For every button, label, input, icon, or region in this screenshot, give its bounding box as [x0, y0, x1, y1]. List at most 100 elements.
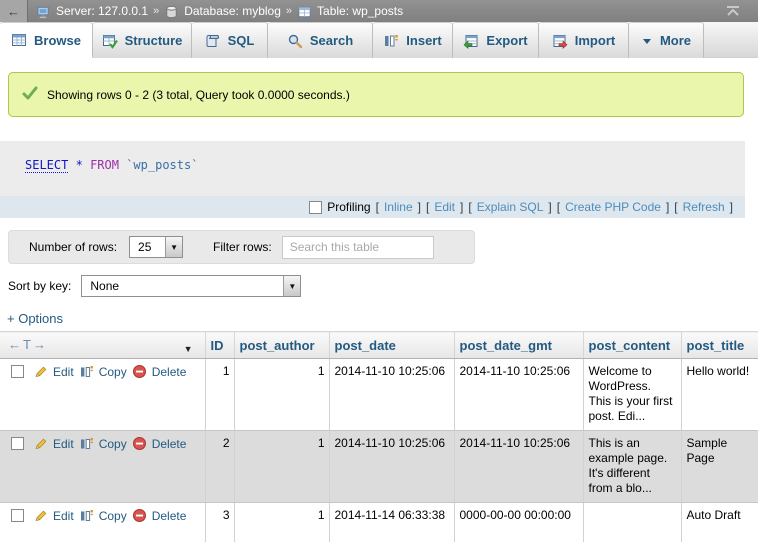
chevron-down-icon: ▼	[165, 237, 182, 257]
bracket: [	[557, 200, 560, 214]
column-header-id[interactable]: ID	[205, 332, 234, 359]
copy-row-link[interactable]: Copy	[99, 509, 127, 523]
tab-label: More	[660, 33, 691, 48]
tab-sql[interactable]: SQL	[192, 22, 268, 58]
collapse-top-icon[interactable]	[724, 3, 742, 19]
tab-import[interactable]: Import	[539, 22, 629, 58]
sql-query-text: SELECT * FROM `wp_posts`	[25, 158, 198, 172]
copy-icon	[79, 364, 94, 379]
structure-icon	[102, 33, 118, 49]
cell-post-content: Welcome to WordPress. This is your first…	[583, 359, 681, 431]
cell-post-date: 2014-11-14 06:33:38	[329, 503, 454, 542]
number-of-rows-value: 25	[130, 237, 165, 257]
cell-post-title: Sample Page	[681, 431, 758, 503]
profiling-checkbox[interactable]	[309, 201, 322, 214]
tab-label: Browse	[34, 33, 81, 48]
cell-post-author: 1	[234, 431, 329, 503]
delete-row-link[interactable]: Delete	[152, 509, 187, 523]
inline-link[interactable]: Inline	[384, 200, 413, 214]
phpmyadmin-window: ← Server: 127.0.0.1 » Database: myblog »…	[0, 0, 758, 542]
cell-post-title: Hello world!	[681, 359, 758, 431]
delete-icon	[132, 364, 147, 379]
column-header-post-title[interactable]: post_title	[681, 332, 758, 359]
row-select-checkbox[interactable]	[11, 365, 24, 378]
refresh-link[interactable]: Refresh	[683, 200, 725, 214]
breadcrumb-database-link[interactable]: Database: myblog	[184, 4, 281, 18]
table-row: Edit Copy Delete 2 1 2014-11-10 10:25:06…	[0, 431, 758, 503]
actions-menu-arrow-icon[interactable]: ▼	[184, 344, 193, 354]
rows-control-bar: Number of rows: 25 ▼ Filter rows:	[8, 230, 475, 264]
breadcrumb-bar: ← Server: 127.0.0.1 » Database: myblog »…	[0, 0, 758, 22]
tab-export[interactable]: Export	[453, 22, 539, 58]
nav-left-arrow-icon[interactable]: ←	[8, 337, 21, 352]
pencil-icon	[33, 364, 48, 379]
column-header-post-author[interactable]: post_author	[234, 332, 329, 359]
search-icon	[287, 33, 303, 49]
bracket: ]	[666, 200, 669, 214]
column-header-post-date[interactable]: post_date	[329, 332, 454, 359]
bracket: ]	[460, 200, 463, 214]
breadcrumb-server-link[interactable]: Server: 127.0.0.1	[56, 4, 148, 18]
sql-table-identifier: `wp_posts`	[126, 158, 198, 172]
column-header-post-content[interactable]: post_content	[583, 332, 681, 359]
copy-row-link[interactable]: Copy	[99, 437, 127, 451]
sql-star: *	[76, 158, 83, 172]
edit-row-link[interactable]: Edit	[53, 437, 74, 451]
tab-browse[interactable]: Browse	[0, 22, 93, 58]
tab-structure[interactable]: Structure	[93, 22, 192, 58]
column-header-post-date-gmt[interactable]: post_date_gmt	[454, 332, 583, 359]
database-icon	[164, 4, 179, 19]
delete-row-link[interactable]: Delete	[152, 437, 187, 451]
tab-more[interactable]: More	[629, 22, 704, 58]
cell-post-content	[583, 503, 681, 542]
column-browse-nav[interactable]: ← T →	[8, 337, 46, 352]
options-toggle-link[interactable]: + Options	[7, 311, 63, 326]
sql-keyword-select[interactable]: SELECT	[25, 158, 68, 173]
breadcrumb-separator: »	[286, 5, 292, 17]
tab-insert[interactable]: Insert	[373, 22, 453, 58]
filter-rows-input[interactable]	[282, 236, 434, 259]
edit-row-link[interactable]: Edit	[53, 509, 74, 523]
cell-post-date: 2014-11-10 10:25:06	[329, 431, 454, 503]
cell-id: 2	[205, 431, 234, 503]
bracket: [	[376, 200, 379, 214]
table-icon	[297, 4, 312, 19]
nav-right-arrow-icon[interactable]: →	[33, 337, 46, 352]
tab-bar: Browse Structure SQL Search Insert Expor…	[0, 22, 758, 58]
chevron-down-icon: ▼	[283, 276, 300, 296]
create-php-code-link[interactable]: Create PHP Code	[565, 200, 661, 214]
delete-row-link[interactable]: Delete	[152, 365, 187, 379]
cell-post-date-gmt: 0000-00-00 00:00:00	[454, 503, 583, 542]
copy-icon	[79, 436, 94, 451]
sort-by-key-select[interactable]: None ▼	[81, 275, 301, 297]
row-select-checkbox[interactable]	[11, 437, 24, 450]
bracket: ]	[548, 200, 551, 214]
bracket: [	[674, 200, 677, 214]
edit-query-link[interactable]: Edit	[434, 200, 455, 214]
bracket: [	[426, 200, 429, 214]
nav-panel-collapse-button[interactable]: ←	[0, 0, 28, 22]
sort-row: Sort by key: None ▼	[8, 274, 301, 298]
tab-label: Structure	[125, 33, 183, 48]
insert-icon	[383, 33, 399, 49]
number-of-rows-select[interactable]: 25 ▼	[129, 236, 183, 258]
cell-post-date-gmt: 2014-11-10 10:25:06	[454, 359, 583, 431]
results-table: ← T → ▼ ID post_author post_date post_da…	[0, 331, 758, 542]
copy-row-link[interactable]: Copy	[99, 365, 127, 379]
sql-icon	[205, 33, 221, 49]
explain-sql-link[interactable]: Explain SQL	[477, 200, 544, 214]
tab-search[interactable]: Search	[268, 22, 373, 58]
cell-post-date-gmt: 2014-11-10 10:25:06	[454, 431, 583, 503]
breadcrumb-table-link[interactable]: Table: wp_posts	[317, 4, 403, 18]
server-icon	[36, 4, 51, 19]
breadcrumb: Server: 127.0.0.1 » Database: myblog » T…	[36, 4, 403, 19]
pencil-icon	[33, 436, 48, 451]
edit-row-link[interactable]: Edit	[53, 365, 74, 379]
copy-icon	[79, 508, 94, 523]
row-select-checkbox[interactable]	[11, 509, 24, 522]
nav-tee-icon[interactable]: T	[23, 337, 31, 352]
bracket: ]	[418, 200, 421, 214]
sql-keyword-from: FROM	[90, 158, 119, 172]
cell-id: 3	[205, 503, 234, 542]
bracket: [	[468, 200, 471, 214]
